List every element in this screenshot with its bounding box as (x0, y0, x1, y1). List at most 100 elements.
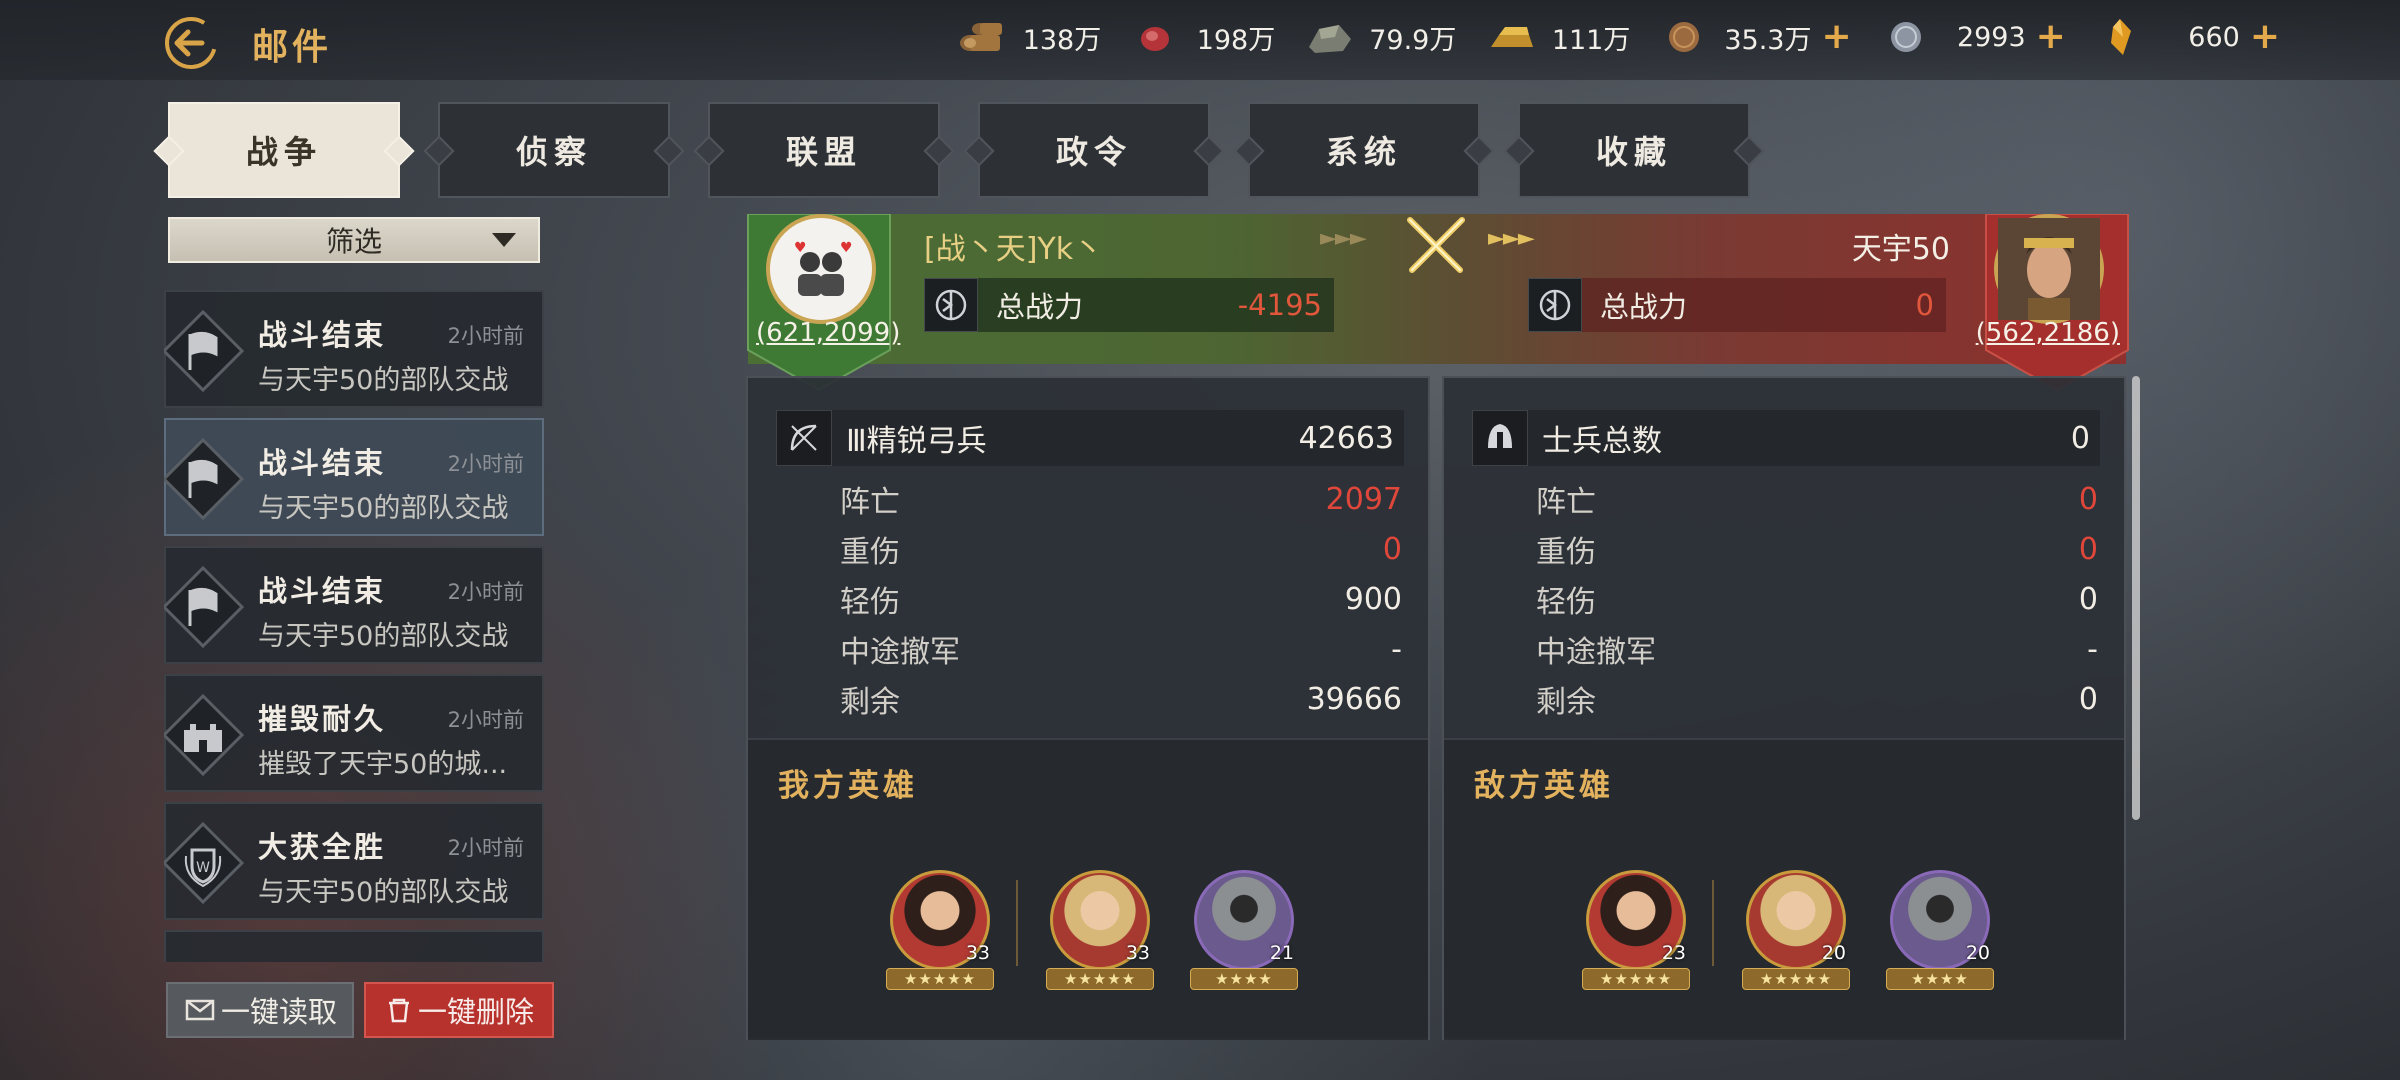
mail-title: 大获全胜 (258, 830, 387, 864)
tab-alliance[interactable]: 联盟 (708, 102, 940, 198)
back-arrow-icon[interactable] (162, 14, 220, 72)
crossed-swords-icon (1400, 214, 1472, 278)
defender-troops-panel: 士兵总数 0 阵亡 0 重伤 0 轻伤 0 中途撤军 - 剩余 0 敌方英雄 2… (1442, 376, 2126, 1040)
mail-category-tabs: 战争 侦察 联盟 政令 系统 收藏 (168, 102, 1788, 198)
hero-level: 20 (1821, 942, 1846, 964)
stat-row-retreated: 中途撤军 - (840, 624, 1402, 674)
mail-item[interactable]: W 大获全胜 2小时前 与天宇50的部队交战 (164, 802, 544, 920)
hero-divider (1712, 880, 1714, 966)
mail-description: 与天宇50的部队交战 (258, 493, 509, 524)
stat-label: 中途撤军 (840, 635, 960, 670)
stat-value: 39666 (1306, 681, 1402, 717)
hero-card[interactable]: 21 ★★★★ (1190, 870, 1298, 994)
filter-label: 筛选 (325, 225, 382, 258)
silver-amount: 2993 (1956, 21, 2026, 53)
mail-list[interactable]: 战斗结束 2小时前 与天宇50的部队交战 战斗结束 2小时前 与天宇50的部队交… (164, 290, 544, 962)
attacker-avatar[interactable]: ♥ ♥ (766, 214, 876, 324)
hero-stars: ★★★★★ (1582, 968, 1690, 990)
defender-power-value: 0 (1915, 288, 1934, 322)
defender-unit-name: 士兵总数 (1542, 424, 1662, 459)
mail-time: 2小时前 (447, 708, 524, 732)
power-shield-icon (1528, 278, 1582, 332)
delete-all-button[interactable]: 一键删除 (364, 982, 554, 1038)
stat-row-retreated: 中途撤军 - (1536, 624, 2098, 674)
copper-coin-icon (1658, 17, 1710, 57)
defender-power-label: 总战力 (1600, 290, 1688, 324)
mail-title: 战斗结束 (258, 318, 387, 352)
stone-amount: 79.9万 (1369, 24, 1457, 56)
stat-row-killed: 阵亡 0 (1536, 474, 2098, 524)
report-scrollbar[interactable] (2132, 376, 2140, 820)
defender-name: 天宇50 (1851, 232, 1950, 267)
mail-item[interactable]: 摧毁耐久 2小时前 摧毁了天宇50的城... (164, 674, 544, 792)
resource-gold: 111万 (1484, 17, 1630, 57)
attacker-coordinates[interactable]: (621,2099) (756, 318, 900, 348)
resource-bar: 138万 198万 79.9万 111万 35.3万 + 2993 + 660 … (927, 14, 2280, 60)
stat-label: 剩余 (840, 685, 900, 720)
hero-level: 21 (1269, 942, 1294, 964)
mail-description: 与天宇50的部队交战 (258, 877, 509, 908)
mail-item[interactable]: 战斗结束 2小时前 与天宇50的部队交战 (164, 290, 544, 408)
defender-coordinates[interactable]: (562,2186) (1976, 318, 2120, 348)
svg-text:♥: ♥ (794, 240, 807, 256)
mail-title: 战斗结束 (258, 446, 387, 480)
defender-unit-count: 0 (2070, 420, 2090, 456)
tab-war[interactable]: 战争 (168, 102, 400, 198)
victory-crest-icon: W (164, 820, 246, 906)
top-bar: 邮件 138万 198万 79.9万 111万 35.3万 + 2993 + 6… (0, 0, 2400, 80)
filter-dropdown[interactable]: 筛选 (168, 217, 540, 263)
hero-level: 33 (1125, 942, 1150, 964)
hero-level: 20 (1965, 942, 1990, 964)
tab-favorites[interactable]: 收藏 (1518, 102, 1750, 198)
stat-label: 中途撤军 (1536, 635, 1656, 670)
hero-stars: ★★★★ (1190, 968, 1298, 990)
stat-label: 剩余 (1536, 685, 1596, 720)
battle-summary-header: ►►► ►►► ♥ ♥ (621,2099) [战丶天]Yk丶 总战力 -419… (747, 213, 2129, 392)
meat-amount: 198万 (1196, 24, 1276, 56)
defender-avatar[interactable] (1994, 214, 2104, 324)
hero-card[interactable]: 20 ★★★★★ (1742, 870, 1850, 994)
defender-heroes-title: 敌方英雄 (1474, 768, 1614, 804)
attacker-power-row: 总战力 -4195 (924, 278, 1334, 332)
attacker-unit-name: Ⅲ精锐弓兵 (846, 424, 987, 459)
mail-time: 2小时前 (447, 580, 524, 604)
stat-value: 0 (1382, 531, 1402, 567)
crystal-add-button[interactable]: + (2250, 19, 2280, 55)
copper-add-button[interactable]: + (1821, 19, 1851, 55)
hero-card[interactable]: 23 ★★★★★ (1582, 870, 1690, 994)
mail-item-partial[interactable] (164, 930, 544, 962)
stone-icon (1303, 17, 1355, 57)
resource-meat: 198万 (1129, 17, 1275, 57)
read-all-button[interactable]: 一键读取 (166, 982, 354, 1038)
mail-item[interactable]: 战斗结束 2小时前 与天宇50的部队交战 (164, 546, 544, 664)
hero-stars: ★★★★★ (886, 968, 994, 990)
hero-card[interactable]: 20 ★★★★ (1886, 870, 1994, 994)
tab-system[interactable]: 系统 (1248, 102, 1480, 198)
resource-stone: 79.9万 (1303, 17, 1456, 57)
crystal-amount: 660 (2188, 21, 2240, 53)
wood-amount: 138万 (1022, 24, 1102, 56)
stat-value: 0 (2078, 481, 2098, 517)
tab-scout[interactable]: 侦察 (438, 102, 670, 198)
attacker-power-value: -4195 (1237, 288, 1322, 322)
chevron-down-icon (492, 233, 516, 247)
attacker-name: [战丶天]Yk丶 (924, 232, 1104, 267)
defender-power-row: 总战力 0 (1528, 278, 1946, 332)
trash-icon (384, 995, 414, 1025)
mail-time: 2小时前 (447, 452, 524, 476)
svg-text:W: W (196, 860, 210, 876)
stat-value: 0 (2078, 531, 2098, 567)
tab-decree[interactable]: 政令 (978, 102, 1210, 198)
mail-description: 与天宇50的部队交战 (258, 621, 509, 652)
silver-add-button[interactable]: + (2036, 19, 2066, 55)
stat-value: 900 (1344, 581, 1402, 617)
hero-card[interactable]: 33 ★★★★★ (886, 870, 994, 994)
battle-flag-icon (164, 308, 246, 394)
stat-value: 2097 (1325, 481, 1402, 517)
stat-row-severely-wounded: 重伤 0 (1536, 524, 2098, 574)
attacker-power-label: 总战力 (996, 290, 1084, 324)
wood-icon (955, 17, 1007, 57)
mail-item[interactable]: 战斗结束 2小时前 与天宇50的部队交战 (164, 418, 544, 536)
mail-time: 2小时前 (447, 836, 524, 860)
hero-card[interactable]: 33 ★★★★★ (1046, 870, 1154, 994)
